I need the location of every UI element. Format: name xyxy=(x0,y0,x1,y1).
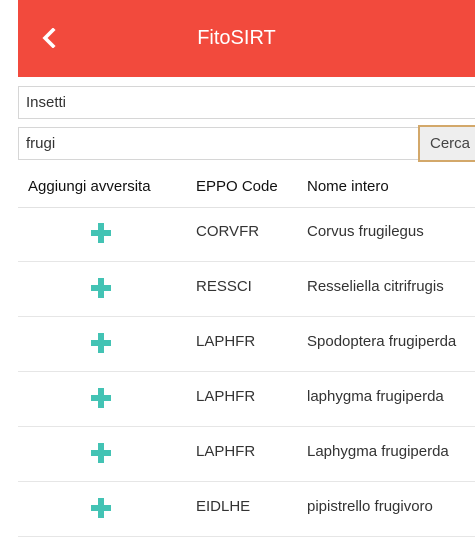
add-adversity-button[interactable] xyxy=(88,385,114,411)
add-adversity-button[interactable] xyxy=(88,330,114,356)
table-row: LAPHFR Laphygma frugiperda xyxy=(18,427,475,482)
full-name: laphygma frugiperda xyxy=(307,388,444,405)
full-name: pipistrello frugivoro xyxy=(307,498,433,515)
table-row: LAPHFR Spodoptera frugiperda xyxy=(18,317,475,372)
eppo-code: LAPHFR xyxy=(196,388,256,405)
column-header-add: Aggiungi avversita xyxy=(28,178,151,195)
table-row: LAPHFR laphygma frugiperda xyxy=(18,372,475,427)
eppo-code: EIDLHE xyxy=(196,498,251,515)
eppo-code: LAPHFR xyxy=(196,443,256,460)
table-header: Aggiungi avversita EPPO Code Nome intero xyxy=(18,167,475,208)
eppo-code: CORVFR xyxy=(196,223,260,240)
full-name: Laphygma frugiperda xyxy=(307,443,449,460)
table-row: EIDLHE pipistrello frugivoro xyxy=(18,482,475,537)
app-bar: FitoSIRT xyxy=(18,0,475,77)
full-name: Corvus frugilegus xyxy=(307,223,424,240)
eppo-code: LAPHFR xyxy=(196,333,256,350)
column-header-eppo-code: EPPO Code xyxy=(196,178,278,195)
app-screen: FitoSIRT Insetti frugi Cerca Aggiungi av… xyxy=(0,0,475,554)
results-table: CORVFR Corvus frugilegus RESSCI Resseliella… xyxy=(18,207,475,537)
full-name: Resseliella citrifrugis xyxy=(307,278,444,295)
app-title: FitoSIRT xyxy=(197,27,276,49)
add-adversity-button[interactable] xyxy=(88,440,114,466)
column-header-full-name: Nome intero xyxy=(307,178,389,195)
table-row: RESSCI Resseliella citrifrugis xyxy=(18,262,475,317)
add-adversity-button[interactable] xyxy=(88,495,114,521)
eppo-code: RESSCI xyxy=(196,278,252,295)
search-input[interactable]: frugi xyxy=(18,127,418,160)
full-name: Spodoptera frugiperda xyxy=(307,333,457,350)
add-adversity-button[interactable] xyxy=(88,220,114,246)
search-button[interactable]: Cerca xyxy=(418,125,475,162)
table-row: CORVFR Corvus frugilegus xyxy=(18,207,475,262)
category-field[interactable]: Insetti xyxy=(18,86,475,119)
add-adversity-button[interactable] xyxy=(88,275,114,301)
